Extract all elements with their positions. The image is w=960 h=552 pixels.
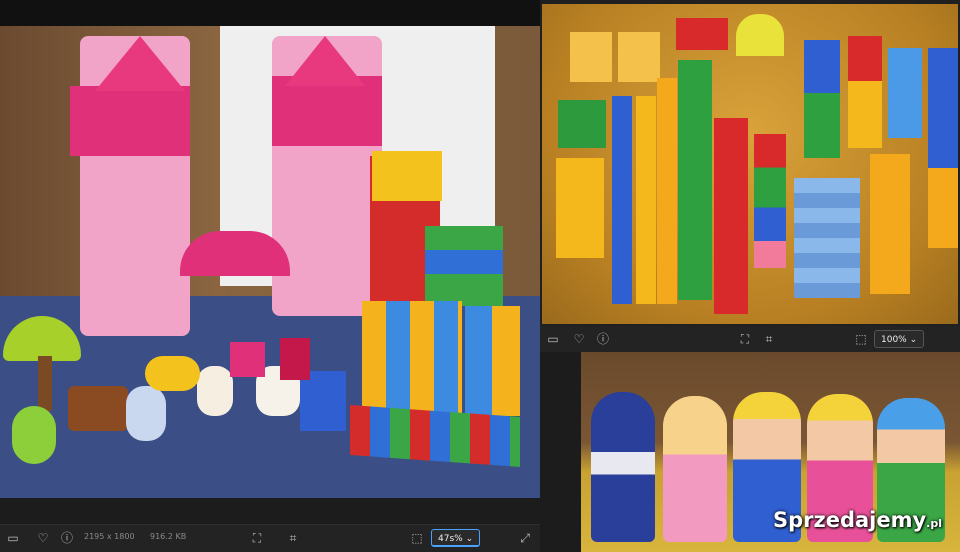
right-tower-top <box>272 76 382 146</box>
fit-width-icon[interactable]: ⬚ <box>854 332 868 346</box>
light-blue-stack <box>794 178 860 298</box>
bottom-right-image-viewer: Sprzedajemy.pl <box>540 352 960 552</box>
blue-orange-column <box>928 48 958 248</box>
red-throne <box>280 338 310 380</box>
image-dimensions: 2195 x 1800 <box>84 532 135 541</box>
princess-puppet <box>663 396 727 542</box>
wizard-puppet <box>591 392 655 542</box>
expand-icon[interactable]: ⤢ <box>518 531 532 545</box>
mixed-column <box>754 134 786 268</box>
blue-tall-column <box>612 96 632 304</box>
yellow-flower <box>145 356 200 391</box>
left-image-viewer: ▭ ♡ ⓘ 2195 x 1800 916.2 KB ⛶ ⌗ ⬚ 47s% ⌄ … <box>0 0 540 552</box>
pink-block <box>230 342 265 377</box>
yellow-roof-block <box>736 14 784 56</box>
green-block <box>558 100 606 148</box>
green-tall-column <box>678 60 712 300</box>
fit-width-icon[interactable]: ⬚ <box>410 531 424 545</box>
fit-screen-icon[interactable]: ⛶ <box>738 332 752 346</box>
castle-bridge <box>180 231 290 276</box>
red-tall-column <box>714 118 748 314</box>
chevron-down-icon: ⌄ <box>465 534 474 544</box>
yellow-tall-column <box>636 96 656 304</box>
left-viewer-toolbar: ▭ ♡ ⓘ 2195 x 1800 916.2 KB ⛶ ⌗ ⬚ 47s% ⌄ … <box>0 524 540 552</box>
yellow-blue-block-rows <box>362 301 462 416</box>
toy-tree-trunk <box>38 356 52 411</box>
princess-figure <box>197 366 233 416</box>
green-dragon-figure <box>12 406 56 464</box>
crop-icon[interactable]: ⌗ <box>762 332 776 346</box>
knight-figure <box>126 386 166 441</box>
red-yellow-column <box>848 36 882 148</box>
zoom-value: 100% <box>881 335 907 345</box>
zoom-dropdown[interactable]: 100% ⌄ <box>874 330 925 348</box>
heart-icon[interactable]: ♡ <box>572 332 586 346</box>
image-file-size: 916.2 KB <box>150 532 187 541</box>
yellow-block-stack <box>556 158 604 258</box>
zoom-dropdown[interactable]: 47s% ⌄ <box>431 529 481 547</box>
chevron-down-icon: ⌄ <box>909 335 918 345</box>
green-blue-blocks <box>425 226 503 306</box>
yellow-arch-block-2 <box>618 32 660 82</box>
toy-cart <box>68 386 128 431</box>
watermark-suffix: .pl <box>926 517 942 530</box>
blue-green-column <box>804 40 840 158</box>
viewer-title-strip <box>0 0 540 26</box>
panel-toggle-icon[interactable]: ▭ <box>546 332 560 346</box>
top-right-image-viewer: ▭ ♡ ⓘ ⛶ ⌗ ⬚ 100% ⌄ <box>540 0 960 352</box>
mega-blocks-photo <box>542 4 958 324</box>
light-blue-column <box>888 48 922 138</box>
blue-yellow-block-rows <box>465 306 520 416</box>
orange-tall-column <box>657 78 677 304</box>
yellow-block <box>372 151 442 201</box>
sprzedajemy-watermark: Sprzedajemy.pl <box>773 508 942 532</box>
right-tower-roof <box>285 36 365 86</box>
red-top-block <box>676 18 728 50</box>
castle-toys-photo <box>0 26 540 498</box>
left-tower-top <box>70 86 190 156</box>
info-icon[interactable]: ⓘ <box>596 332 610 346</box>
heart-icon[interactable]: ♡ <box>36 531 50 545</box>
orange-column <box>870 154 910 294</box>
yellow-arch-block <box>570 32 612 82</box>
panel-toggle-icon[interactable]: ▭ <box>6 531 20 545</box>
top-right-viewer-toolbar: ▭ ♡ ⓘ ⛶ ⌗ ⬚ 100% ⌄ <box>540 326 960 352</box>
finger-puppets-photo: Sprzedajemy.pl <box>581 352 960 552</box>
info-icon[interactable]: ⓘ <box>60 531 74 545</box>
blue-small-blocks <box>300 371 346 431</box>
zoom-value: 47s% <box>438 534 463 544</box>
fit-screen-icon[interactable]: ⛶ <box>250 531 264 545</box>
crop-icon[interactable]: ⌗ <box>286 531 300 545</box>
left-tower-roof <box>95 36 185 91</box>
watermark-text: Sprzedajemy <box>772 508 927 532</box>
